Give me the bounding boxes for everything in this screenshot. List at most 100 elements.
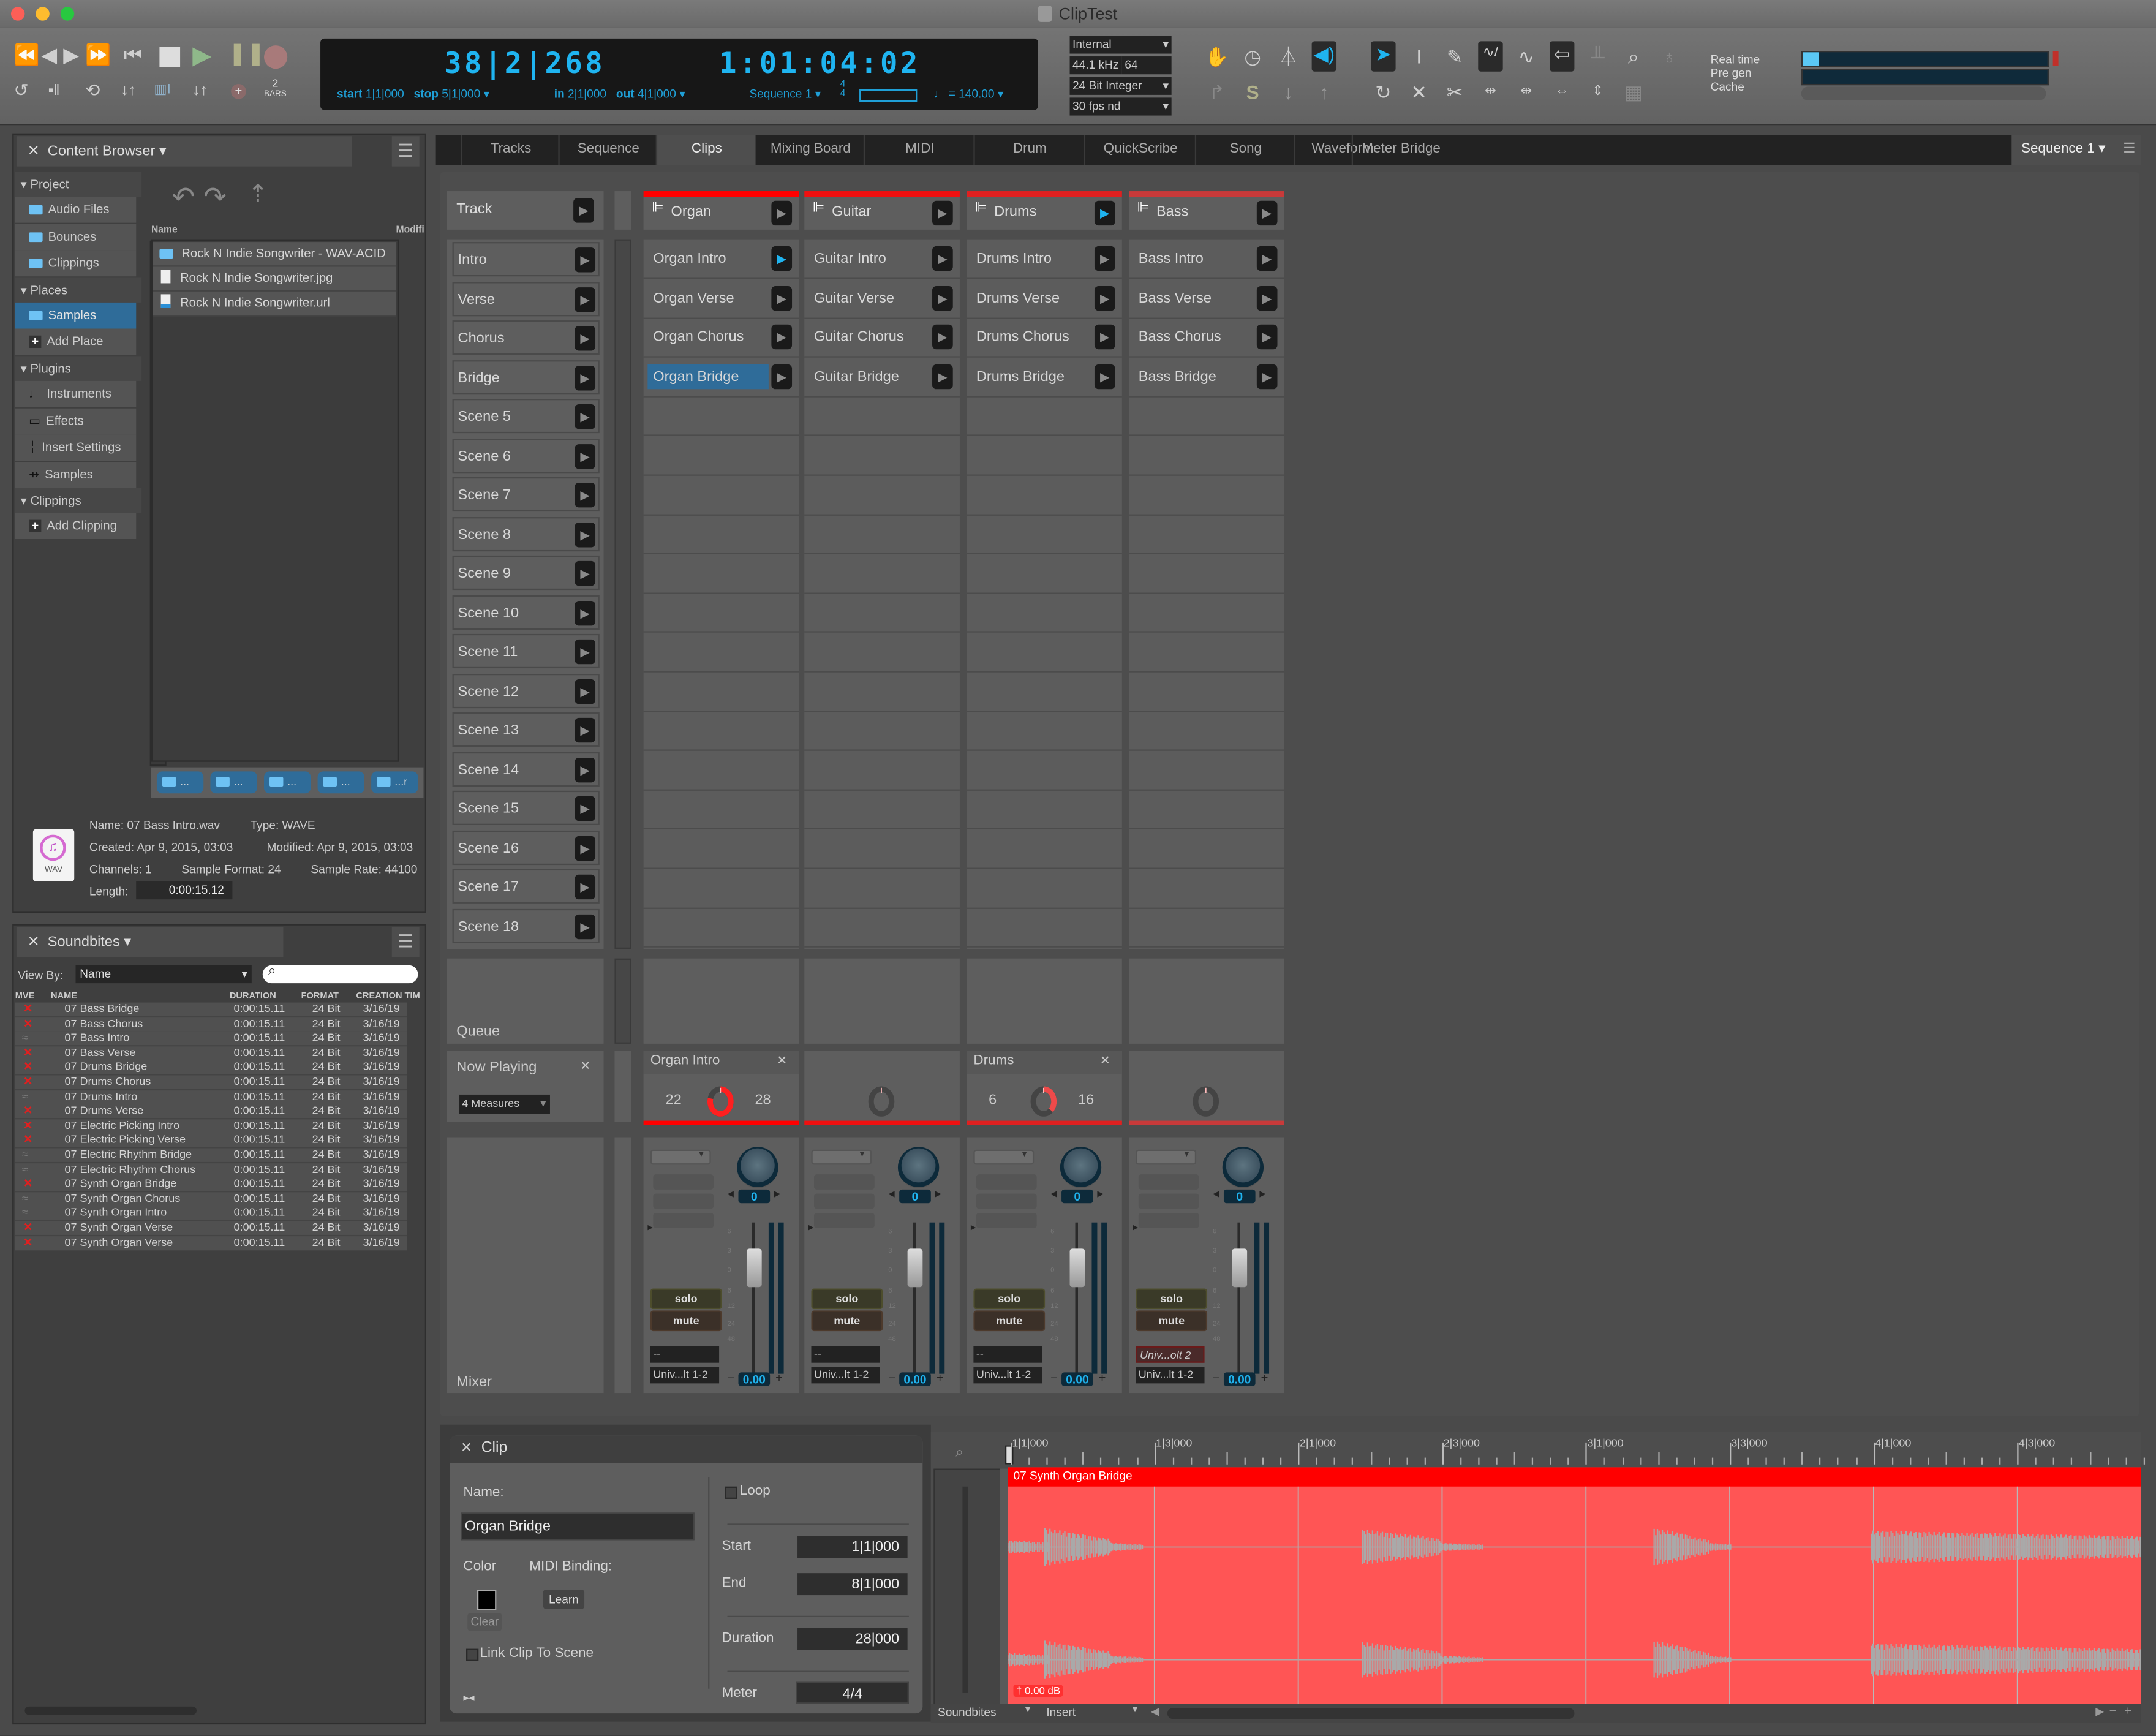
volume-fader[interactable] xyxy=(1069,1248,1085,1288)
tree-item-effects[interactable]: ▭ Effects xyxy=(15,407,137,434)
clip-play-button[interactable]: ▶ xyxy=(1094,325,1115,350)
clip-slot[interactable]: Organ Chorus ▶ xyxy=(644,318,799,357)
clip-slot[interactable]: Guitar Bridge ▶ xyxy=(804,357,960,396)
volume-fader[interactable] xyxy=(907,1248,923,1288)
soundbite-row[interactable]: ≈07 Electric Rhythm Chorus 0:00:15.11 24 B… xyxy=(15,1163,407,1178)
soundbite-row[interactable]: ✕ 07 Synth Organ Bridge 0:00:15.11 24 Bit 3/… xyxy=(15,1177,407,1193)
close-icon[interactable]: ✕ xyxy=(777,1054,787,1069)
output-select[interactable]: Univ...lt 1-2 xyxy=(811,1367,880,1384)
tree-item-insert-settings[interactable]: ╎ Insert Settings xyxy=(15,434,137,461)
speaker-icon[interactable]: ◀) xyxy=(1311,41,1337,72)
soundbite-row[interactable]: ≈07 Synth Organ Chorus 0:00:15.11 24 Bit 3/… xyxy=(15,1191,407,1207)
play-button[interactable]: ▶ xyxy=(192,43,211,67)
clip-slot[interactable]: Bass Verse ▶ xyxy=(1129,279,1284,317)
in-value[interactable]: 2|1|000 xyxy=(568,86,606,100)
position-bars[interactable]: 38|2|268 xyxy=(444,47,605,80)
meter-field[interactable]: 4/4 xyxy=(796,1681,909,1704)
clip-name-input[interactable]: Organ Bridge xyxy=(461,1512,695,1541)
insert-slot[interactable] xyxy=(976,1193,1037,1209)
volume-fader[interactable] xyxy=(746,1248,762,1288)
tempo-display[interactable]: ♩ = 140.00 ▾ xyxy=(933,86,1003,102)
tab-song[interactable]: Song xyxy=(1194,135,1295,165)
track-header-organ[interactable]: ⊫ Organ ▶ xyxy=(643,197,799,230)
end-field[interactable]: 8|1|000 xyxy=(797,1573,908,1596)
volume-up-icon[interactable]: + xyxy=(937,1371,944,1384)
scene-row[interactable]: Scene 10 ▶ xyxy=(452,594,600,630)
tab-midi[interactable]: MIDI xyxy=(863,135,975,165)
scene-row[interactable]: Scene 13 ▶ xyxy=(452,712,600,747)
tab-tracks[interactable]: Tracks xyxy=(461,135,560,165)
scene-row[interactable]: Chorus ▶ xyxy=(452,320,600,355)
link-clip-checkbox[interactable] xyxy=(466,1648,479,1661)
clear-color-button[interactable]: Clear xyxy=(467,1613,502,1631)
scene-scrollbar[interactable] xyxy=(614,239,631,949)
trim-left-icon[interactable]: ⇹ xyxy=(1478,80,1502,104)
scroll-left-icon[interactable]: ◀ xyxy=(1151,1705,1159,1718)
sequence-selector[interactable]: Sequence 1 ▾ xyxy=(749,86,821,102)
solo-button[interactable]: solo xyxy=(811,1288,883,1310)
track-header-drums[interactable]: ⊫ Drums ▶ xyxy=(967,197,1122,230)
scene-play-button[interactable]: ▶ xyxy=(575,835,596,861)
clip-slot[interactable]: Guitar Verse ▶ xyxy=(804,279,960,317)
column-name[interactable]: Name xyxy=(151,225,178,235)
plugin-select[interactable]: ▼ xyxy=(650,1149,711,1165)
mute-button[interactable]: mute xyxy=(1136,1310,1208,1332)
clip-play-button[interactable]: ▶ xyxy=(1094,285,1115,311)
scene-play-button[interactable]: ▶ xyxy=(575,287,596,312)
close-icon[interactable]: ✕ xyxy=(28,934,40,950)
insert-slot[interactable] xyxy=(976,1213,1037,1228)
tree-item-samples[interactable]: Samples xyxy=(15,302,137,329)
clip-play-button[interactable]: ▶ xyxy=(771,246,793,271)
soundbite-row[interactable]: ✕ 07 Bass Verse 0:00:15.11 24 Bit 3/16/19 xyxy=(15,1046,407,1062)
insert-slot[interactable] xyxy=(1138,1213,1199,1228)
tree-header-places[interactable]: ▾ Places xyxy=(15,277,142,303)
track-header-bass[interactable]: ⊫ Bass ▶ xyxy=(1129,197,1284,230)
scene-play-button[interactable]: ▶ xyxy=(575,717,596,743)
scrub-icon[interactable]: ♁ xyxy=(1657,44,1681,69)
close-icon[interactable]: ✕ xyxy=(461,1441,472,1457)
audio-region[interactable] xyxy=(1008,1467,2141,1704)
clip-play-button[interactable]: ▶ xyxy=(771,364,793,389)
pan-value[interactable]: 0 xyxy=(899,1189,931,1204)
volume-value[interactable]: 0.00 xyxy=(1223,1372,1256,1386)
input-select[interactable]: Univ...olt 2 xyxy=(1136,1346,1205,1363)
track-play-button[interactable]: ▶ xyxy=(1256,200,1278,226)
volume-up-icon[interactable]: + xyxy=(1099,1371,1106,1384)
input-select[interactable]: -- xyxy=(650,1346,720,1363)
solo-button[interactable]: solo xyxy=(1136,1288,1208,1310)
column-header-name[interactable]: NAME xyxy=(51,992,77,1002)
quantize-select[interactable]: 4 Measures ▾ xyxy=(459,1094,550,1114)
soundbite-row[interactable]: ✕ 07 Synth Organ Verse 0:00:15.11 24 Bit 3/1… xyxy=(15,1221,407,1237)
pencil-tool-icon[interactable]: ✎ xyxy=(1442,44,1467,69)
soundbite-row[interactable]: ✕ 07 Synth Organ Verse 0:00:15.11 24 Bit 3/1… xyxy=(15,1236,407,1251)
tree-item-samples[interactable]: ⇸ Samples xyxy=(15,461,137,488)
plugin-select[interactable]: ▼ xyxy=(811,1149,872,1165)
nudge-down-icon[interactable]: ↓ xyxy=(1276,80,1300,104)
scene-row[interactable]: Scene 17 ▶ xyxy=(452,869,600,904)
insert-slot[interactable] xyxy=(1138,1193,1199,1209)
sequence-dropdown[interactable]: Sequence 1 ▾ ☰ xyxy=(2011,135,2141,165)
breadcrumb-button[interactable]: ... xyxy=(156,771,204,794)
clip-slot[interactable]: Drums Intro ▶ xyxy=(967,240,1122,278)
expand-triangle-icon[interactable]: ▶ xyxy=(809,1224,814,1232)
clip-slot[interactable]: Guitar Intro ▶ xyxy=(804,240,960,278)
expand-triangle-icon[interactable]: ▾ xyxy=(21,178,27,191)
solo-button[interactable]: solo xyxy=(973,1288,1046,1310)
position-time[interactable]: 1:01:04:02 xyxy=(719,47,921,80)
scene-play-button[interactable]: ▶ xyxy=(575,678,596,704)
duration-field[interactable]: 28|000 xyxy=(797,1628,908,1650)
soundbite-row[interactable]: ≈07 Drums Intro 0:00:15.11 24 Bit 3/16/19 xyxy=(15,1090,407,1105)
track-play-button[interactable]: ▶ xyxy=(771,200,793,226)
expand-triangle-icon[interactable]: ▾ xyxy=(21,283,27,296)
plugin-select[interactable]: ▼ xyxy=(1136,1149,1197,1165)
volume-value[interactable]: 0.00 xyxy=(1061,1372,1093,1386)
stop-value[interactable]: 5|1|000 xyxy=(442,86,480,100)
menu-icon[interactable]: ☰ xyxy=(391,136,420,167)
tab-mixing-board[interactable]: Mixing Board xyxy=(755,135,865,165)
search-input[interactable]: ⌕ xyxy=(262,964,418,984)
clip-slot[interactable]: Organ Verse ▶ xyxy=(644,279,799,317)
soundbite-row[interactable]: ✕ 07 Drums Bridge 0:00:15.11 24 Bit 3/16/19 xyxy=(15,1060,407,1076)
tree-header-project[interactable]: ▾ Project xyxy=(15,172,142,197)
scene-play-button[interactable]: ▶ xyxy=(575,326,596,351)
pan-left-icon[interactable]: ◀ xyxy=(1050,1190,1057,1199)
